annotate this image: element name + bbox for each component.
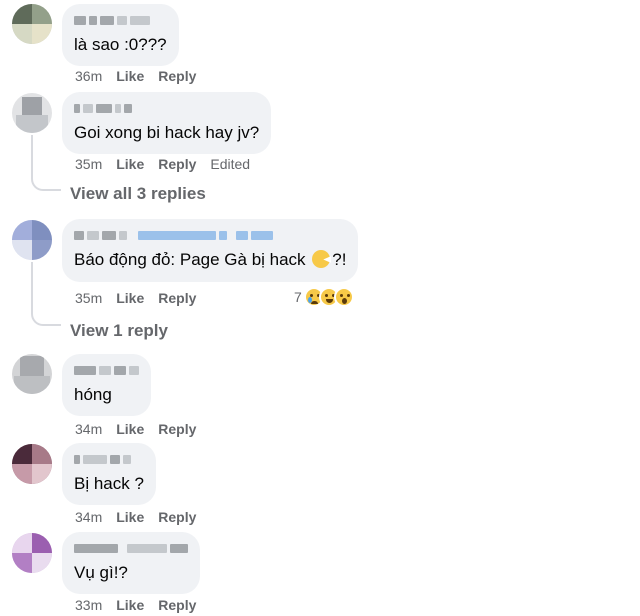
edited-label: Edited (210, 156, 251, 172)
avatar[interactable] (12, 93, 52, 133)
commenter-name[interactable] (74, 540, 188, 556)
view-replies-link[interactable]: View 1 reply (70, 321, 168, 341)
reply-button[interactable]: Reply (158, 509, 196, 525)
comment-actions: 34m Like Reply (75, 508, 196, 526)
commenter-name[interactable] (74, 227, 346, 243)
thread-line (31, 135, 33, 177)
avatar[interactable] (12, 444, 52, 484)
reply-button[interactable]: Reply (158, 156, 196, 172)
comment-actions: 35m Like Reply (75, 289, 196, 307)
timestamp[interactable]: 36m (75, 68, 102, 84)
comment-text: Goi xong bi hack hay jv? (74, 123, 260, 142)
view-replies-link[interactable]: View all 3 replies (70, 184, 206, 204)
comment-bubble: là sao :0??? (62, 4, 179, 66)
pacman-emoji-icon (312, 250, 331, 268)
comment-bubble: Goi xong bi hack hay jv? (62, 92, 272, 154)
comment-actions: 35m Like Reply Edited (75, 155, 250, 173)
commenter-name[interactable] (74, 12, 167, 28)
comment-actions: 33m Like Reply (75, 596, 196, 614)
commenter-name[interactable] (74, 100, 259, 116)
comment-text: Báo động đỏ: Page Gà bị hack ?! (74, 250, 347, 269)
like-button[interactable]: Like (116, 597, 144, 613)
comment-bubble: Bị hack ? (62, 443, 156, 505)
reply-button[interactable]: Reply (158, 290, 196, 306)
like-button[interactable]: Like (116, 156, 144, 172)
commenter-name[interactable] (74, 362, 139, 378)
thread-line (31, 262, 33, 312)
like-button[interactable]: Like (116, 421, 144, 437)
reaction-count: 7 (294, 289, 302, 305)
comment-bubble: hóng (62, 354, 151, 416)
timestamp[interactable]: 35m (75, 156, 102, 172)
comment-bubble: Vụ gì!? (62, 532, 200, 594)
comment-actions: 36m Like Reply (75, 67, 196, 85)
reaction-summary[interactable]: 7 (294, 287, 354, 307)
timestamp[interactable]: 33m (75, 597, 102, 613)
avatar[interactable] (12, 4, 52, 44)
comment-text: Bị hack ? (74, 474, 144, 493)
avatar[interactable] (12, 354, 52, 394)
comment-text: Vụ gì!? (74, 563, 128, 582)
avatar[interactable] (12, 220, 52, 260)
comment-bubble: Báo động đỏ: Page Gà bị hack ?! (62, 219, 359, 282)
thread-elbow (31, 312, 61, 326)
wow-emoji-icon (333, 287, 354, 307)
timestamp[interactable]: 34m (75, 421, 102, 437)
avatar[interactable] (12, 533, 52, 573)
thread-elbow (31, 177, 61, 191)
reply-button[interactable]: Reply (158, 421, 196, 437)
commenter-name[interactable] (74, 451, 144, 467)
comment-text: hóng (74, 385, 112, 404)
like-button[interactable]: Like (116, 68, 144, 84)
timestamp[interactable]: 34m (75, 509, 102, 525)
timestamp[interactable]: 35m (75, 290, 102, 306)
like-button[interactable]: Like (116, 509, 144, 525)
comment-actions: 34m Like Reply (75, 420, 196, 438)
reply-button[interactable]: Reply (158, 597, 196, 613)
comment-text: là sao :0??? (74, 35, 167, 54)
reply-button[interactable]: Reply (158, 68, 196, 84)
like-button[interactable]: Like (116, 290, 144, 306)
